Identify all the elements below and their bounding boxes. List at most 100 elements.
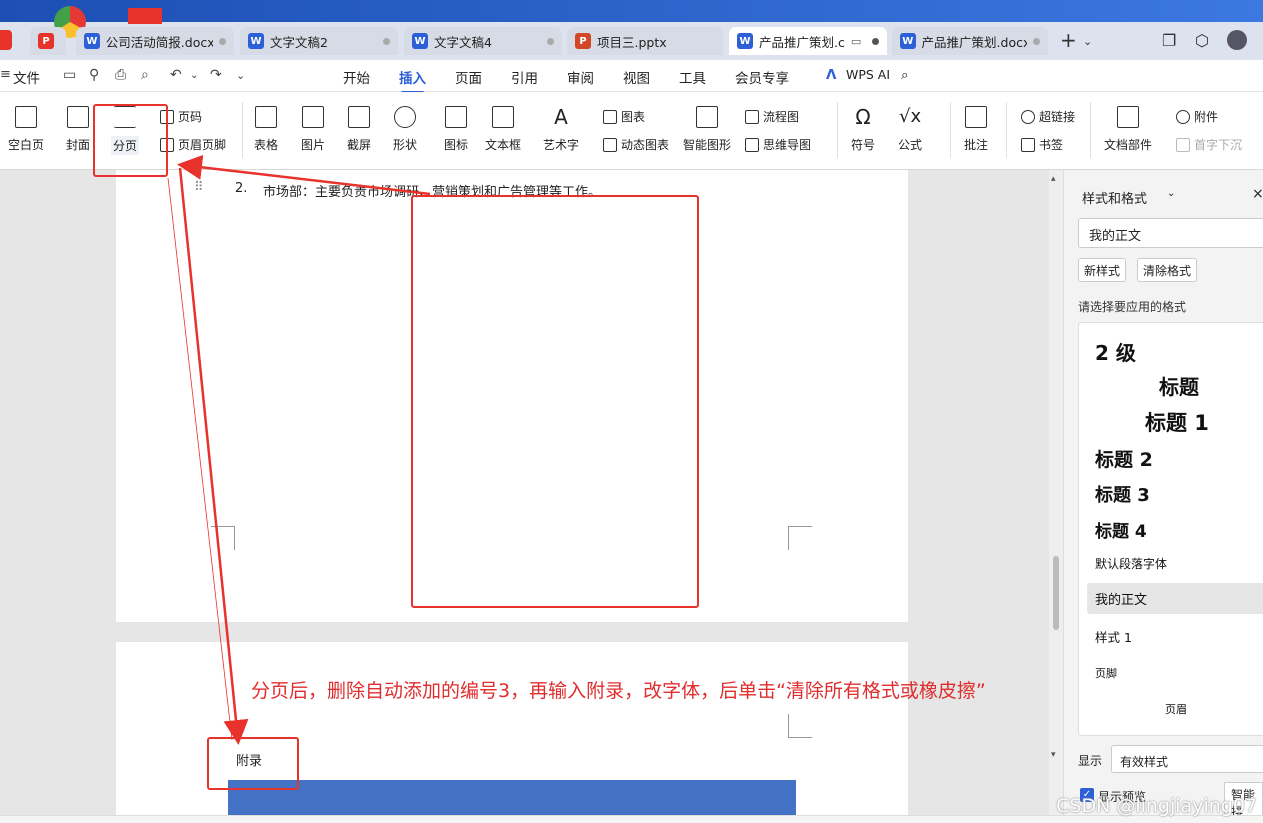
more-chevron-icon[interactable]: ⌄ xyxy=(236,69,245,82)
style-my-body[interactable]: 我的正文 xyxy=(1087,583,1263,614)
paragraph-line[interactable]: 市场部：主要负责市场调研、营销策划和广告管理等工作。 xyxy=(263,181,601,200)
menu-page[interactable]: 页面 xyxy=(455,67,482,87)
style-heading-1[interactable]: 标题 1 xyxy=(1145,407,1209,437)
hamburger-icon[interactable]: ≡ xyxy=(0,67,11,82)
tab-close-dot[interactable] xyxy=(219,37,226,45)
scroll-thumb[interactable] xyxy=(1053,556,1059,630)
picture-button[interactable]: 图片 xyxy=(301,92,325,153)
menu-home[interactable]: 开始 xyxy=(343,67,370,87)
icon-button[interactable]: 图标 xyxy=(444,92,468,153)
document-page-1[interactable]: ⠿ 2. 市场部：主要负责市场调研、营销策划和广告管理等工作。 xyxy=(116,170,908,622)
symbol-button[interactable]: Ω 符号 xyxy=(851,92,875,153)
tab-close-dot[interactable] xyxy=(872,37,879,45)
flowchart-button[interactable]: 流程图 xyxy=(745,108,799,125)
document-page-2[interactable]: 附录 xyxy=(116,642,908,823)
style-footer[interactable]: 页脚 xyxy=(1095,665,1117,681)
smart-graphic-label: 智能图形 xyxy=(683,138,732,152)
menu-tools[interactable]: 工具 xyxy=(679,67,706,87)
close-icon[interactable]: × xyxy=(1252,186,1263,202)
menu-reference[interactable]: 引用 xyxy=(511,67,538,87)
mindmap-button[interactable]: 思维导图 xyxy=(745,136,811,153)
scroll-down-icon[interactable]: ▾ xyxy=(1051,750,1056,760)
export-icon[interactable]: ⚲ xyxy=(89,67,99,83)
dynamic-chart-button[interactable]: 动态图表 xyxy=(603,136,669,153)
app-logo-icon[interactable] xyxy=(128,8,162,24)
style-header[interactable]: 页眉 xyxy=(1165,701,1187,717)
style-level-2[interactable]: 2 级 xyxy=(1095,337,1136,366)
tab-list-chevron-icon[interactable]: ⌄ xyxy=(1083,35,1092,48)
save-icon[interactable]: ▭ xyxy=(63,67,76,83)
avatar[interactable] xyxy=(1227,30,1247,50)
tab-doc-active[interactable]: W 产品推广策划.c ▭ xyxy=(729,27,887,55)
tab-doc-1[interactable]: W 公司活动简报.docx xyxy=(76,27,234,55)
page-number-button[interactable]: 页码 xyxy=(160,108,202,125)
shape-button[interactable]: 形状 xyxy=(393,92,417,153)
search-icon[interactable]: ⌕ xyxy=(901,67,909,83)
attachment-button[interactable]: 附件 xyxy=(1176,108,1218,125)
tab-pdf[interactable]: P xyxy=(30,27,66,55)
undo-dropdown-icon[interactable]: ⌄ xyxy=(190,70,198,81)
document-area[interactable]: ⠿ 2. 市场部：主要负责市场调研、营销策划和广告管理等工作。 附录 ▴ ▾ xyxy=(0,170,1063,823)
menu-insert[interactable]: 插入 xyxy=(399,67,426,94)
shape-label: 形状 xyxy=(393,138,418,152)
blank-page-button[interactable]: 空白页 xyxy=(8,92,44,153)
redo-icon[interactable]: ↷ xyxy=(210,67,222,83)
page-break-button[interactable]: 分页 xyxy=(111,92,140,155)
word-icon: W xyxy=(900,33,916,49)
tab-close-dot[interactable] xyxy=(1033,37,1040,45)
style-title[interactable]: 标题 xyxy=(1159,371,1199,400)
hyperlink-button[interactable]: 超链接 xyxy=(1021,108,1075,125)
bookmark-button[interactable]: 书签 xyxy=(1021,136,1063,153)
wordart-button[interactable]: A 艺术字 xyxy=(543,92,579,153)
tab-doc-2[interactable]: W 文字文稿2 xyxy=(240,27,398,55)
tab-close-dot[interactable] xyxy=(547,37,554,45)
style-1[interactable]: 样式 1 xyxy=(1095,627,1132,646)
clear-format-button[interactable]: 清除格式 xyxy=(1137,258,1198,282)
tab-doc-5[interactable]: W 产品推广策划.docx xyxy=(892,27,1048,55)
drag-handle-icon[interactable]: ⠿ xyxy=(194,180,204,195)
window-restore-icon[interactable]: ❐ xyxy=(1162,31,1176,50)
table-button[interactable]: 表格 xyxy=(254,92,278,153)
new-style-button[interactable]: 新样式 xyxy=(1078,258,1127,282)
appendix-heading[interactable]: 附录 xyxy=(236,750,262,769)
dropcap-button[interactable]: 首字下沉 xyxy=(1176,136,1242,153)
style-default-font[interactable]: 默认段落字体 xyxy=(1095,555,1167,572)
chart-button[interactable]: 图表 xyxy=(603,108,645,125)
tab-close-dot[interactable] xyxy=(383,37,390,45)
document-scrollbar[interactable]: ▴ ▾ xyxy=(1049,170,1063,823)
menu-member[interactable]: 会员专享 xyxy=(735,67,789,87)
style-heading-2[interactable]: 标题 2 xyxy=(1095,445,1153,472)
show-filter-select[interactable]: 有效样式 xyxy=(1111,745,1263,773)
tab-ppt[interactable]: P 项目三.pptx xyxy=(567,27,723,55)
smart-graphic-button[interactable]: 智能图形 xyxy=(683,92,731,153)
bookmark-icon xyxy=(1021,137,1035,152)
tab-doc-3[interactable]: W 文字文稿4 xyxy=(404,27,562,55)
panel-title-chevron-icon[interactable]: ⌄ xyxy=(1167,188,1175,199)
preview-checkbox[interactable]: ✓ xyxy=(1080,788,1094,802)
word-icon: W xyxy=(248,33,264,49)
current-style-field[interactable]: 我的正文 xyxy=(1078,218,1263,248)
undo-icon[interactable]: ↶ xyxy=(170,67,182,83)
textbox-button[interactable]: 文本框 xyxy=(485,92,521,153)
header-footer-button[interactable]: 页眉页脚 xyxy=(160,136,226,153)
print-preview-icon[interactable]: ⌕ xyxy=(141,67,149,83)
menu-wps-ai[interactable]: WPS AI xyxy=(846,67,890,82)
formula-button[interactable]: √x 公式 xyxy=(898,92,922,153)
new-tab-plus-icon[interactable]: + xyxy=(1060,28,1077,52)
wps-logo-icon[interactable] xyxy=(0,30,12,50)
panel-title[interactable]: 样式和格式 xyxy=(1082,188,1147,207)
wps-ai-icon[interactable]: ᐱ xyxy=(826,67,836,83)
comment-button[interactable]: 批注 xyxy=(964,92,988,153)
doc-parts-button[interactable]: 文档部件 xyxy=(1104,92,1152,153)
menu-view[interactable]: 视图 xyxy=(623,67,650,87)
menu-review[interactable]: 审阅 xyxy=(567,67,594,87)
scroll-up-icon[interactable]: ▴ xyxy=(1051,174,1056,184)
style-list[interactable]: 2 级 标题 标题 1 标题 2 标题 3 标题 4 默认段落字体 我的正文 样… xyxy=(1078,322,1263,736)
style-heading-4[interactable]: 标题 4 xyxy=(1095,517,1147,542)
screenshot-button[interactable]: 截屏 xyxy=(347,92,371,153)
menu-file[interactable]: 文件 xyxy=(13,67,40,87)
print-icon[interactable]: ⎙ xyxy=(115,67,126,83)
cube-icon[interactable]: ⬡ xyxy=(1195,31,1209,50)
cover-button[interactable]: 封面 xyxy=(66,92,90,153)
style-heading-3[interactable]: 标题 3 xyxy=(1095,481,1150,507)
